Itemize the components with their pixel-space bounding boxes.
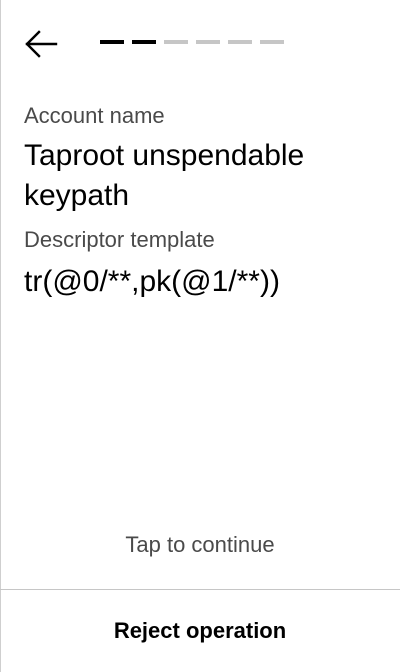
progress-step-pending [196, 40, 220, 44]
progress-indicator [100, 40, 284, 44]
review-content: Account name Taproot unspendable keypath… [24, 102, 384, 302]
arrow-left-icon [25, 30, 58, 58]
progress-step-pending [260, 40, 284, 44]
account-name-label: Account name [24, 103, 165, 128]
progress-step-pending [228, 40, 252, 44]
progress-step-completed [132, 40, 156, 44]
progress-step-pending [164, 40, 188, 44]
progress-step-completed [100, 40, 124, 44]
descriptor-template-value: tr(@0/**,pk(@1/**)) [24, 265, 280, 298]
reject-operation-button[interactable]: Reject operation [0, 590, 400, 672]
screen-edge [0, 0, 1, 672]
descriptor-template-label: Descriptor template [24, 227, 215, 252]
tap-to-continue[interactable]: Tap to continue [0, 532, 400, 558]
back-button[interactable] [22, 28, 60, 60]
account-name-value: Taproot unspendable keypath [24, 139, 305, 212]
